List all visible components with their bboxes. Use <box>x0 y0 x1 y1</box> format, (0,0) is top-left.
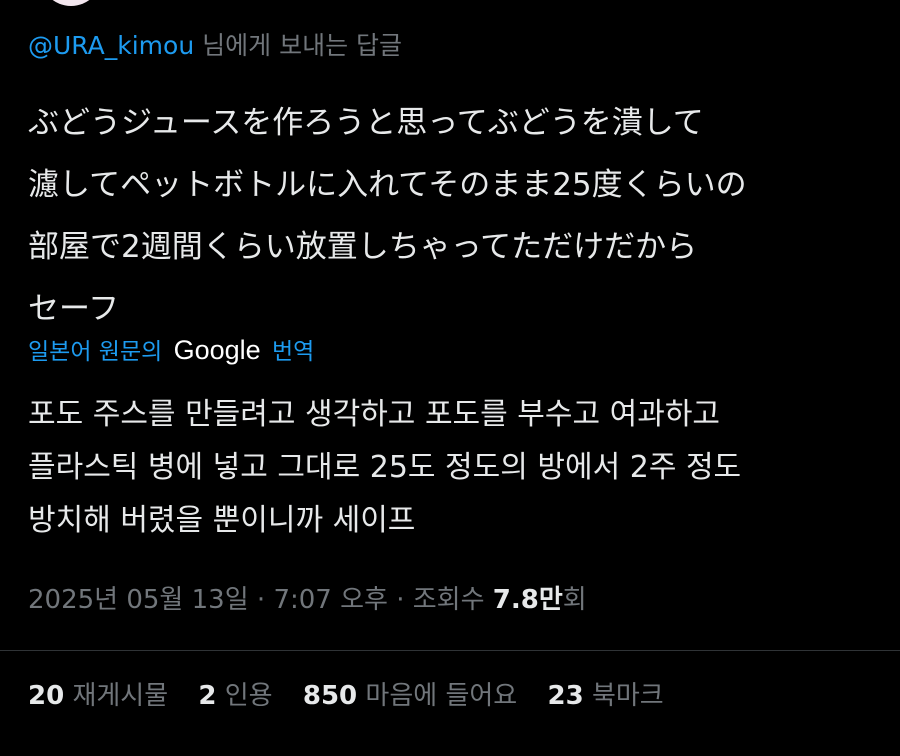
tweet-text: ぶどうジュースを作ろうと思ってぶどうを潰して 濾してペットボトルに入れてそのまま… <box>28 92 878 340</box>
meta-separator: · <box>387 585 413 615</box>
translated-line: 플라스틱 병에 넣고 그대로 25도 정도의 방에서 2주 정도 <box>28 450 742 485</box>
retweets-label: 재게시물 <box>72 681 169 711</box>
google-logo: Google <box>173 335 261 365</box>
translated-text: 포도 주스를 만들려고 생각하고 포도를 부수고 여과하고 플라스틱 병에 넣고… <box>28 388 878 547</box>
tweet-line: セーフ <box>28 291 120 327</box>
bookmarks-stat[interactable]: 23 북마크 <box>547 676 663 716</box>
retweets-count: 20 <box>28 681 65 711</box>
translated-line: 포도 주스를 만들려고 생각하고 포도를 부수고 여과하고 <box>28 397 721 432</box>
likes-stat[interactable]: 850 마음에 들어요 <box>303 676 517 716</box>
engagement-stats: 20 재게시물 2 인용 850 마음에 들어요 23 북마크 <box>28 676 686 716</box>
meta-separator: · <box>248 585 274 615</box>
translation-suffix: 번역 <box>271 339 315 365</box>
reply-context-label: 님에게 보내는 답글 <box>194 31 403 60</box>
bookmarks-count: 23 <box>547 681 584 711</box>
reply-context: @URA_kimou 님에게 보내는 답글 <box>28 28 402 64</box>
tweet-time[interactable]: 7:07 오후 <box>273 585 388 615</box>
views-count: 7.8 <box>492 585 539 615</box>
divider <box>0 650 900 651</box>
tweet-line: 部屋で2週間くらい放置しちゃってただけだから <box>28 229 698 265</box>
tweet-line: ぶどうジュースを作ろうと思ってぶどうを潰して <box>28 105 704 141</box>
tweet-date[interactable]: 2025년 05월 13일 <box>28 585 249 615</box>
likes-label: 마음에 들어요 <box>365 681 518 711</box>
translation-attribution[interactable]: 일본어 원문의 Google 번역 <box>28 332 314 370</box>
bookmarks-label: 북마크 <box>591 681 664 711</box>
retweets-stat[interactable]: 20 재게시물 <box>28 676 168 716</box>
reply-handle-link[interactable]: @URA_kimou <box>28 31 194 60</box>
quotes-label: 인용 <box>224 681 273 711</box>
translated-line: 방치해 버렸을 뿐이니까 세이프 <box>28 503 416 538</box>
translation-prefix: 일본어 원문의 <box>28 339 163 365</box>
quotes-stat[interactable]: 2 인용 <box>198 676 272 716</box>
tweet-metadata: 2025년 05월 13일 · 7:07 오후 · 조회수 7.8만회 <box>28 580 587 620</box>
tweet-line: 濾してペットボトルに入れてそのまま25度くらいの <box>28 167 747 203</box>
avatar[interactable] <box>40 0 102 6</box>
views-suffix: 회 <box>562 585 587 615</box>
views-label: 조회수 <box>412 585 493 615</box>
quotes-count: 2 <box>198 681 217 711</box>
views-unit: 만 <box>538 585 563 615</box>
likes-count: 850 <box>302 681 358 711</box>
